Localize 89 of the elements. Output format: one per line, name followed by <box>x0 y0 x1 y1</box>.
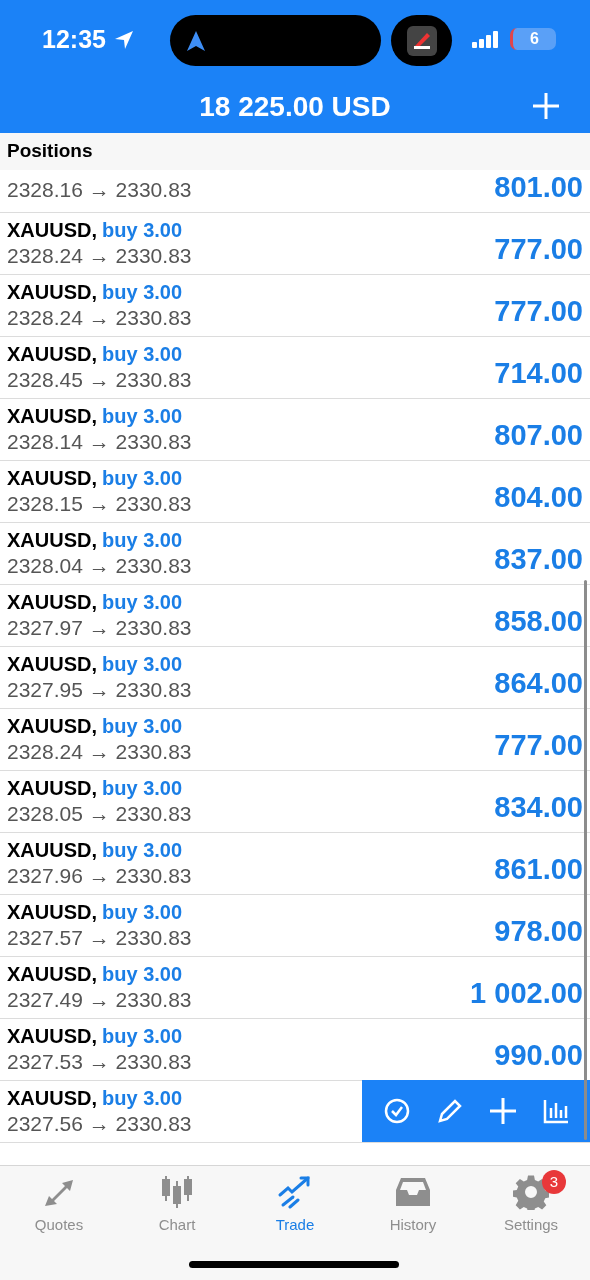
order-side: buy 3.00 <box>102 838 183 862</box>
symbol-label: XAUUSD, <box>7 404 97 428</box>
bar-chart-icon <box>542 1098 569 1124</box>
location-arrow-icon <box>113 30 134 50</box>
symbol-label: XAUUSD, <box>7 900 97 924</box>
inbox-icon <box>395 1176 431 1208</box>
profit-value: 837.00 <box>494 541 584 577</box>
order-side: buy 3.00 <box>102 466 183 490</box>
profit-value: 861.00 <box>494 851 584 887</box>
check-circle-icon <box>383 1098 410 1124</box>
navigation-arrow-icon <box>186 29 206 52</box>
symbol-label: XAUUSD, <box>7 342 97 366</box>
order-side: buy 3.00 <box>102 280 183 304</box>
add-position-button[interactable] <box>487 1096 518 1126</box>
position-row[interactable]: XAUUSD, buy 3.00 2328.14 → 2330.83 807.00 <box>0 399 590 461</box>
profit-value: 777.00 <box>494 231 584 267</box>
notification-badge: 3 <box>542 1170 566 1194</box>
symbol-label: XAUUSD, <box>7 218 97 242</box>
profit-value: 801.00 <box>494 169 584 205</box>
profit-value: 858.00 <box>494 603 584 639</box>
position-row[interactable]: XAUUSD, buy 3.00 2327.56 → 2330.83 <box>0 1081 590 1143</box>
price-range: 2328.14 → 2330.83 <box>7 429 192 455</box>
price-range: 2327.56 → 2330.83 <box>7 1111 192 1137</box>
profit-value: 1 002.00 <box>470 975 584 1011</box>
price-range: 2327.49 → 2330.83 <box>7 987 192 1013</box>
trend-arrow-icon <box>277 1175 313 1209</box>
position-row[interactable]: XAUUSD, buy 3.00 2328.24 → 2330.83 777.00 <box>0 213 590 275</box>
price-range: 2328.05 → 2330.83 <box>7 801 192 827</box>
symbol-label: XAUUSD, <box>7 1086 97 1110</box>
profit-value: 978.00 <box>494 913 584 949</box>
profit-value: 714.00 <box>494 355 584 391</box>
order-side: buy 3.00 <box>102 962 183 986</box>
order-side: buy 3.00 <box>102 900 183 924</box>
price-range: 2328.04 → 2330.83 <box>7 553 192 579</box>
price-range: 2327.57 → 2330.83 <box>7 925 192 951</box>
price-range: 2327.97 → 2330.83 <box>7 615 192 641</box>
symbol-label: XAUUSD, <box>7 590 97 614</box>
symbol-label: XAUUSD, <box>7 1024 97 1048</box>
order-side: buy 3.00 <box>102 1086 183 1110</box>
position-row[interactable]: XAUUSD, buy 3.00 2328.24 → 2330.83 777.00 <box>0 275 590 337</box>
price-range: 2328.16 → 2330.83 <box>7 177 192 203</box>
symbol-label: XAUUSD, <box>7 714 97 738</box>
position-row[interactable]: XAUUSD, buy 3.00 2328.15 → 2330.83 804.00 <box>0 461 590 523</box>
symbol-label: XAUUSD, <box>7 962 97 986</box>
candlestick-icon <box>159 1175 195 1209</box>
order-side: buy 3.00 <box>102 776 183 800</box>
profit-value: 777.00 <box>494 727 584 763</box>
order-side: buy 3.00 <box>102 652 183 676</box>
profit-value: 864.00 <box>494 665 584 701</box>
order-side: buy 3.00 <box>102 342 183 366</box>
price-range: 2328.15 → 2330.83 <box>7 491 192 517</box>
order-side: buy 3.00 <box>102 218 183 242</box>
profit-value: 804.00 <box>494 479 584 515</box>
order-side: buy 3.00 <box>102 590 183 614</box>
symbol-label: XAUUSD, <box>7 776 97 800</box>
price-range: 2327.96 → 2330.83 <box>7 863 192 889</box>
position-row[interactable]: XAUUSD, buy 3.00 2328.04 → 2330.83 837.00 <box>0 523 590 585</box>
battery-level: 6 <box>530 29 539 49</box>
profit-value: 807.00 <box>494 417 584 453</box>
price-range: 2328.24 → 2330.83 <box>7 243 192 269</box>
position-row[interactable]: XAUUSD, buy 3.00 2328.45 → 2330.83 714.00 <box>0 337 590 399</box>
symbol-label: XAUUSD, <box>7 528 97 552</box>
plus-icon <box>532 92 560 120</box>
pencil-icon <box>436 1098 463 1124</box>
tab-bar-item[interactable]: Trade <box>236 1174 354 1237</box>
app-logo-icon <box>406 25 437 56</box>
symbol-label: XAUUSD, <box>7 466 97 490</box>
profit-value: 777.00 <box>494 293 584 329</box>
price-range: 2327.53 → 2330.83 <box>7 1049 192 1075</box>
gear-icon <box>513 1174 549 1210</box>
profit-value: 990.00 <box>494 1037 584 1073</box>
order-side: buy 3.00 <box>102 404 183 428</box>
symbol-label: XAUUSD, <box>7 838 97 862</box>
price-range: 2327.95 → 2330.83 <box>7 677 192 703</box>
order-side: buy 3.00 <box>102 1024 183 1048</box>
account-balance: 18 225.00 USD <box>199 89 391 124</box>
clock-time: 12:35 <box>42 24 106 56</box>
add-button[interactable] <box>532 92 560 120</box>
order-side: buy 3.00 <box>102 714 183 738</box>
price-range: 2328.24 → 2330.83 <box>7 305 192 331</box>
price-range: 2328.45 → 2330.83 <box>7 367 192 393</box>
section-title: Positions <box>7 139 93 164</box>
symbol-label: XAUUSD, <box>7 280 97 304</box>
price-range: 2328.24 → 2330.83 <box>7 739 192 765</box>
order-side: buy 3.00 <box>102 528 183 552</box>
symbol-label: XAUUSD, <box>7 652 97 676</box>
plus-icon <box>488 1097 517 1125</box>
profit-value: 834.00 <box>494 789 584 825</box>
position-row[interactable]: 2328.16 → 2330.83 801.00 <box>0 170 590 213</box>
